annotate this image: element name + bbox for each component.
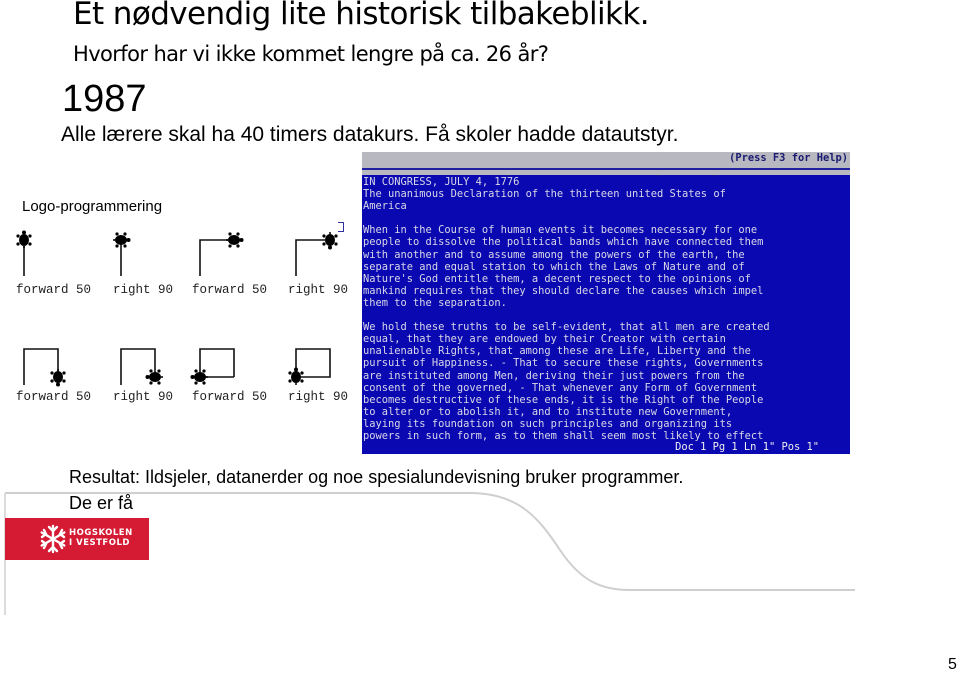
wp-document-line: IN CONGRESS, JULY 4, 1776 (363, 176, 520, 188)
wp-document-line: with another and to assume among the pow… (363, 248, 745, 261)
wp-document-line: separate and equal station to which the … (363, 260, 745, 273)
wp-document-line (363, 309, 770, 321)
wp-document-line: America (363, 200, 407, 213)
wp-document-line: unalienable Rights, that among these are… (363, 345, 751, 358)
wp-document-line: consent of the governed, - That whenever… (363, 381, 758, 394)
turtle-icon (16, 230, 32, 248)
result-text: Resultat: Ildsjeler, datanerder og noe s… (69, 467, 684, 487)
wp-document-line: mankind requires that they should declar… (363, 284, 764, 297)
turtle-step-diagram (199, 232, 244, 276)
wp-document-line: We hold these truths to be self-evident,… (363, 321, 770, 334)
turtle-command-caption: right 90 (288, 390, 349, 404)
slide-subtitle: Hvorfor har vi ikke kommet lengre på ca.… (73, 42, 549, 66)
turtle-icon (226, 232, 244, 248)
wp-document-line: equal, that they are endowed by their Cr… (363, 333, 726, 346)
wp-document-line: The unanimous Declaration of the thirtee… (363, 188, 726, 201)
hive-logo: HOGSKOLEN I VESTFOLD (5, 518, 149, 560)
wp-document-line: Nature's God entitle them, a decent resp… (363, 272, 751, 285)
turtle-command-caption: forward 50 (16, 390, 92, 404)
wp-status-bar: A:\DEC-IND.TXT Doc 1 Pg 1 Ln 1" Pos 1" (363, 441, 847, 454)
wp-document-text: IN CONGRESS, JULY 4, 1776 The unanimous D… (363, 176, 770, 442)
wp-document-line: laying its foundation on such principles… (363, 417, 733, 430)
wp-status-position: Doc 1 Pg 1 Ln 1" Pos 1" (675, 441, 819, 453)
turtle-path (23, 348, 59, 385)
turtle-step-diagram (190, 348, 235, 385)
logo-line-2: I VESTFOLD (69, 538, 130, 548)
wp-status-file: A:\DEC-IND.TXT (388, 453, 476, 454)
statement-text: Alle lærere skal ha 40 timers datakurs. … (61, 123, 679, 146)
wp-document-line: When in the Course of human events it be… (363, 224, 758, 237)
wp-separator (362, 165, 850, 175)
wp-document-line: them to the separation. (363, 296, 507, 309)
logo-line-1: HOGSKOLEN (69, 528, 133, 538)
wp-document-line: to alter or to abolish it, and to instit… (363, 405, 733, 418)
turtle-step-diagram (113, 232, 131, 276)
wp-document-line (363, 212, 770, 224)
wp-document-line: are instituted among Men, deriving their… (363, 369, 745, 382)
wp-document-line: becomes destructive of these ends, it is… (363, 393, 764, 406)
year-heading: 1987 (62, 78, 147, 120)
turtle-command-caption: right 90 (113, 283, 174, 297)
turtle-step-diagram (288, 348, 331, 385)
result-text-2: De er få (69, 493, 134, 513)
turtle-step-diagram (120, 348, 163, 385)
snowflake-icon (40, 524, 66, 554)
turtle-command-caption: right 90 (288, 283, 349, 297)
logo-programming-label: Logo-programmering (22, 198, 163, 215)
turtle-step-diagram (23, 348, 66, 387)
turtle-icon (50, 369, 66, 387)
wordperfect-screenshot: File Edit Search Layout Mark Tools Font … (362, 152, 850, 454)
turtle-command-caption: forward 50 (192, 390, 268, 404)
slide-title: Et nødvendig lite historisk tilbakeblikk… (73, 0, 650, 32)
wp-document-line: people to dissolve the political bands w… (363, 236, 764, 249)
turtle-command-caption: forward 50 (16, 283, 92, 297)
wp-document-line: pursuit of Happiness. - That to secure t… (363, 357, 764, 370)
wp-menu-bar: File Edit Search Layout Mark Tools Font … (362, 152, 850, 177)
wp-help-hint: (Press F3 for Help) (729, 152, 848, 164)
page-number: 5 (948, 656, 957, 673)
turtle-path (199, 348, 235, 378)
turtle-step-diagram (295, 232, 338, 276)
turtle-path (295, 239, 330, 276)
turtle-step-diagram (16, 230, 32, 276)
turtle-command-caption: right 90 (113, 390, 174, 404)
turtle-command-caption: forward 50 (192, 283, 268, 297)
